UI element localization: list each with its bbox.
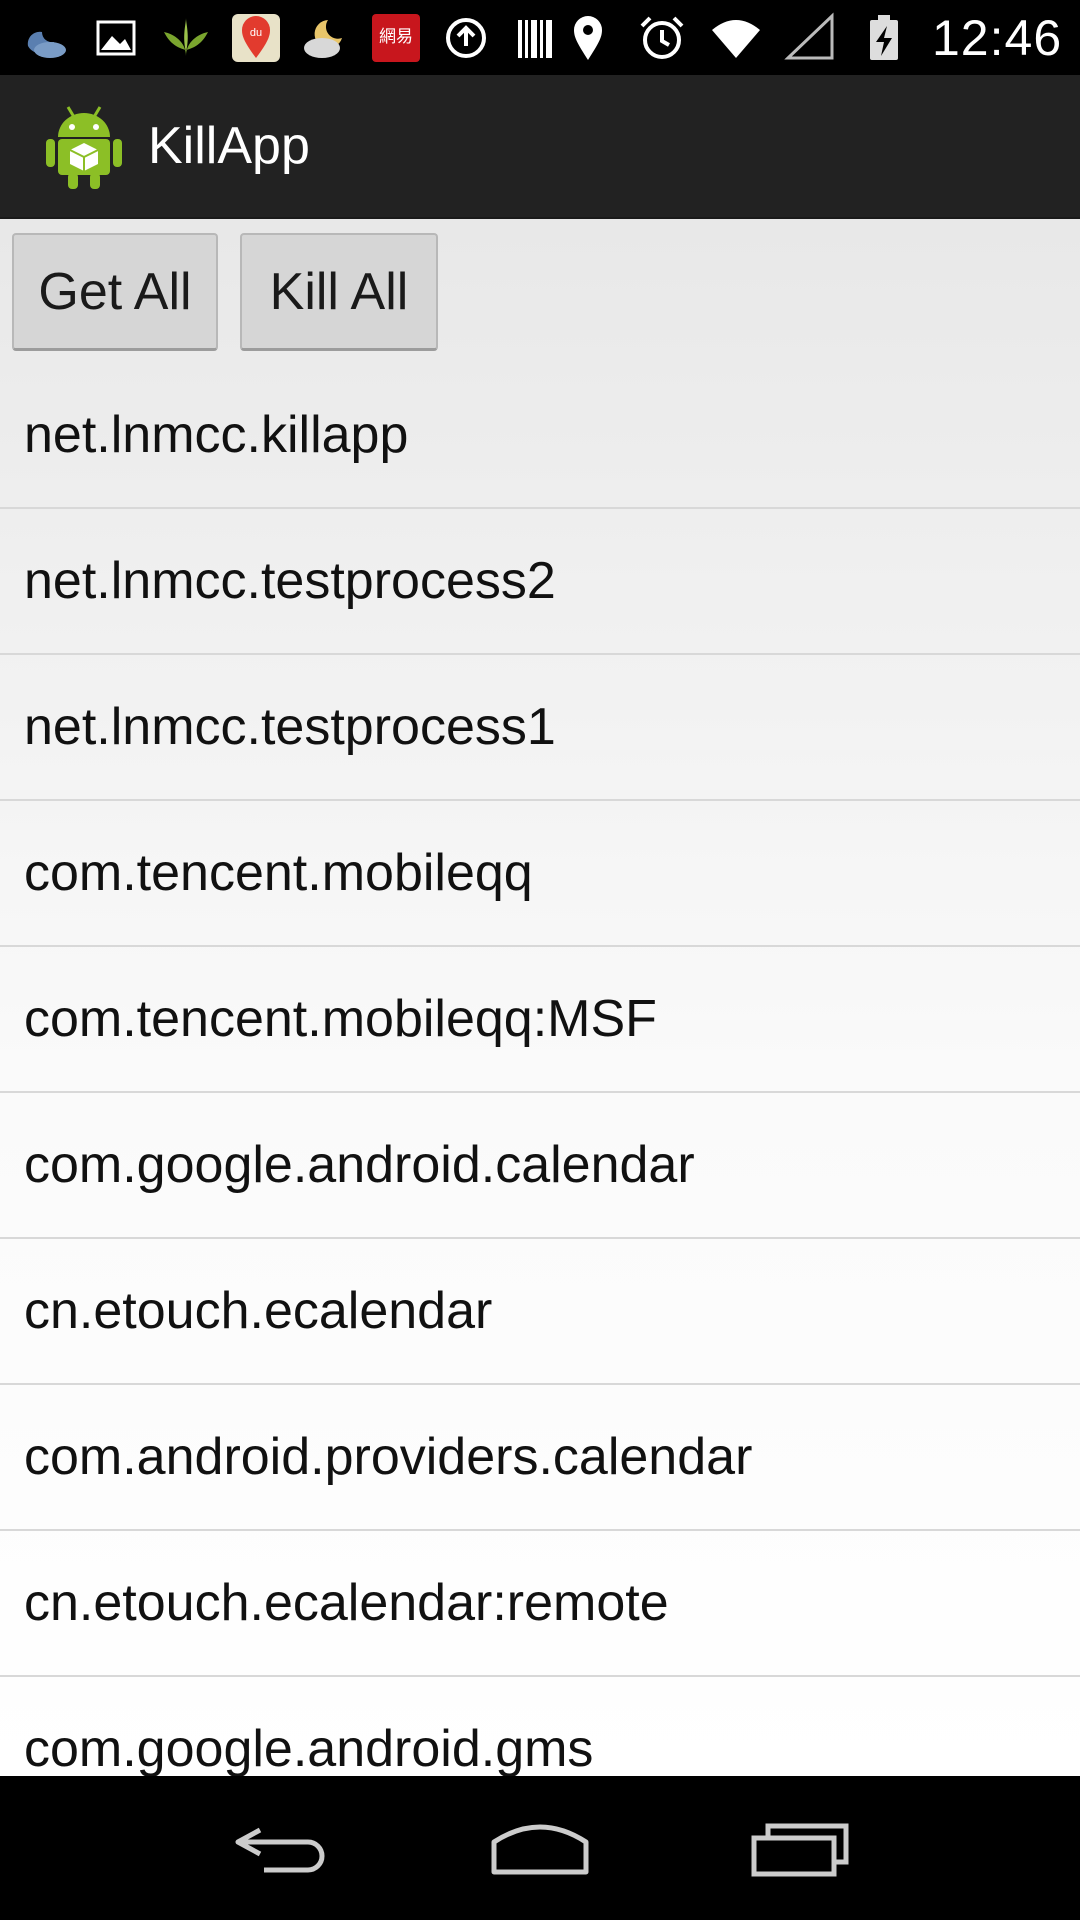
process-item[interactable]: net.lnmcc.testprocess1 bbox=[0, 655, 1080, 801]
app-title: KillApp bbox=[148, 117, 310, 175]
svg-text:du: du bbox=[250, 27, 262, 39]
location-icon bbox=[562, 12, 614, 64]
svg-text:網易: 網易 bbox=[379, 27, 413, 47]
process-item[interactable]: com.google.android.gms bbox=[0, 1677, 1080, 1776]
process-list: net.lnmcc.killapp net.lnmcc.testprocess2… bbox=[0, 363, 1080, 1776]
process-item[interactable]: net.lnmcc.killapp bbox=[0, 363, 1080, 509]
notification-icons: du 網易 bbox=[0, 12, 562, 64]
recents-icon bbox=[751, 1823, 849, 1877]
clock: 12:46 bbox=[932, 9, 1063, 66]
process-item[interactable]: cn.etouch.ecalendar bbox=[0, 1239, 1080, 1385]
process-item[interactable]: com.android.providers.calendar bbox=[0, 1385, 1080, 1531]
process-item[interactable]: com.google.android.calendar bbox=[0, 1093, 1080, 1239]
button-row: Get All Kill All bbox=[0, 219, 1080, 363]
barcode-icon bbox=[510, 12, 562, 64]
process-item[interactable]: com.tencent.mobileqq:MSF bbox=[0, 947, 1080, 1093]
status-bar: du 網易 12:46 bbox=[0, 0, 1080, 75]
sync-icon bbox=[440, 12, 492, 64]
process-item[interactable]: net.lnmcc.testprocess2 bbox=[0, 509, 1080, 655]
battery-charging-icon bbox=[858, 12, 910, 64]
weather-moon-icon bbox=[20, 12, 72, 64]
netease-icon: 網易 bbox=[370, 12, 422, 64]
navigation-bar bbox=[0, 1776, 1080, 1920]
home-button[interactable] bbox=[480, 1808, 600, 1888]
back-icon bbox=[235, 1827, 325, 1873]
baidu-maps-icon: du bbox=[230, 12, 282, 64]
system-icons: 12:46 bbox=[562, 9, 1080, 67]
action-bar: KillApp bbox=[0, 75, 1080, 219]
android-app-icon bbox=[46, 106, 122, 189]
plant-icon bbox=[160, 12, 212, 64]
gallery-icon bbox=[90, 12, 142, 64]
process-item[interactable]: com.tencent.mobileqq bbox=[0, 801, 1080, 947]
home-icon bbox=[491, 1824, 589, 1875]
weather-cloud-moon-icon bbox=[300, 12, 352, 64]
signal-icon bbox=[784, 11, 836, 64]
back-button[interactable] bbox=[220, 1808, 340, 1888]
process-item[interactable]: cn.etouch.ecalendar:remote bbox=[0, 1531, 1080, 1677]
recents-button[interactable] bbox=[740, 1808, 860, 1888]
wifi-icon bbox=[710, 12, 762, 64]
kill-all-button[interactable]: Kill All bbox=[240, 233, 438, 351]
get-all-button[interactable]: Get All bbox=[12, 233, 218, 351]
alarm-icon bbox=[636, 12, 688, 64]
main-content: Get All Kill All net.lnmcc.killapp net.l… bbox=[0, 219, 1080, 1776]
